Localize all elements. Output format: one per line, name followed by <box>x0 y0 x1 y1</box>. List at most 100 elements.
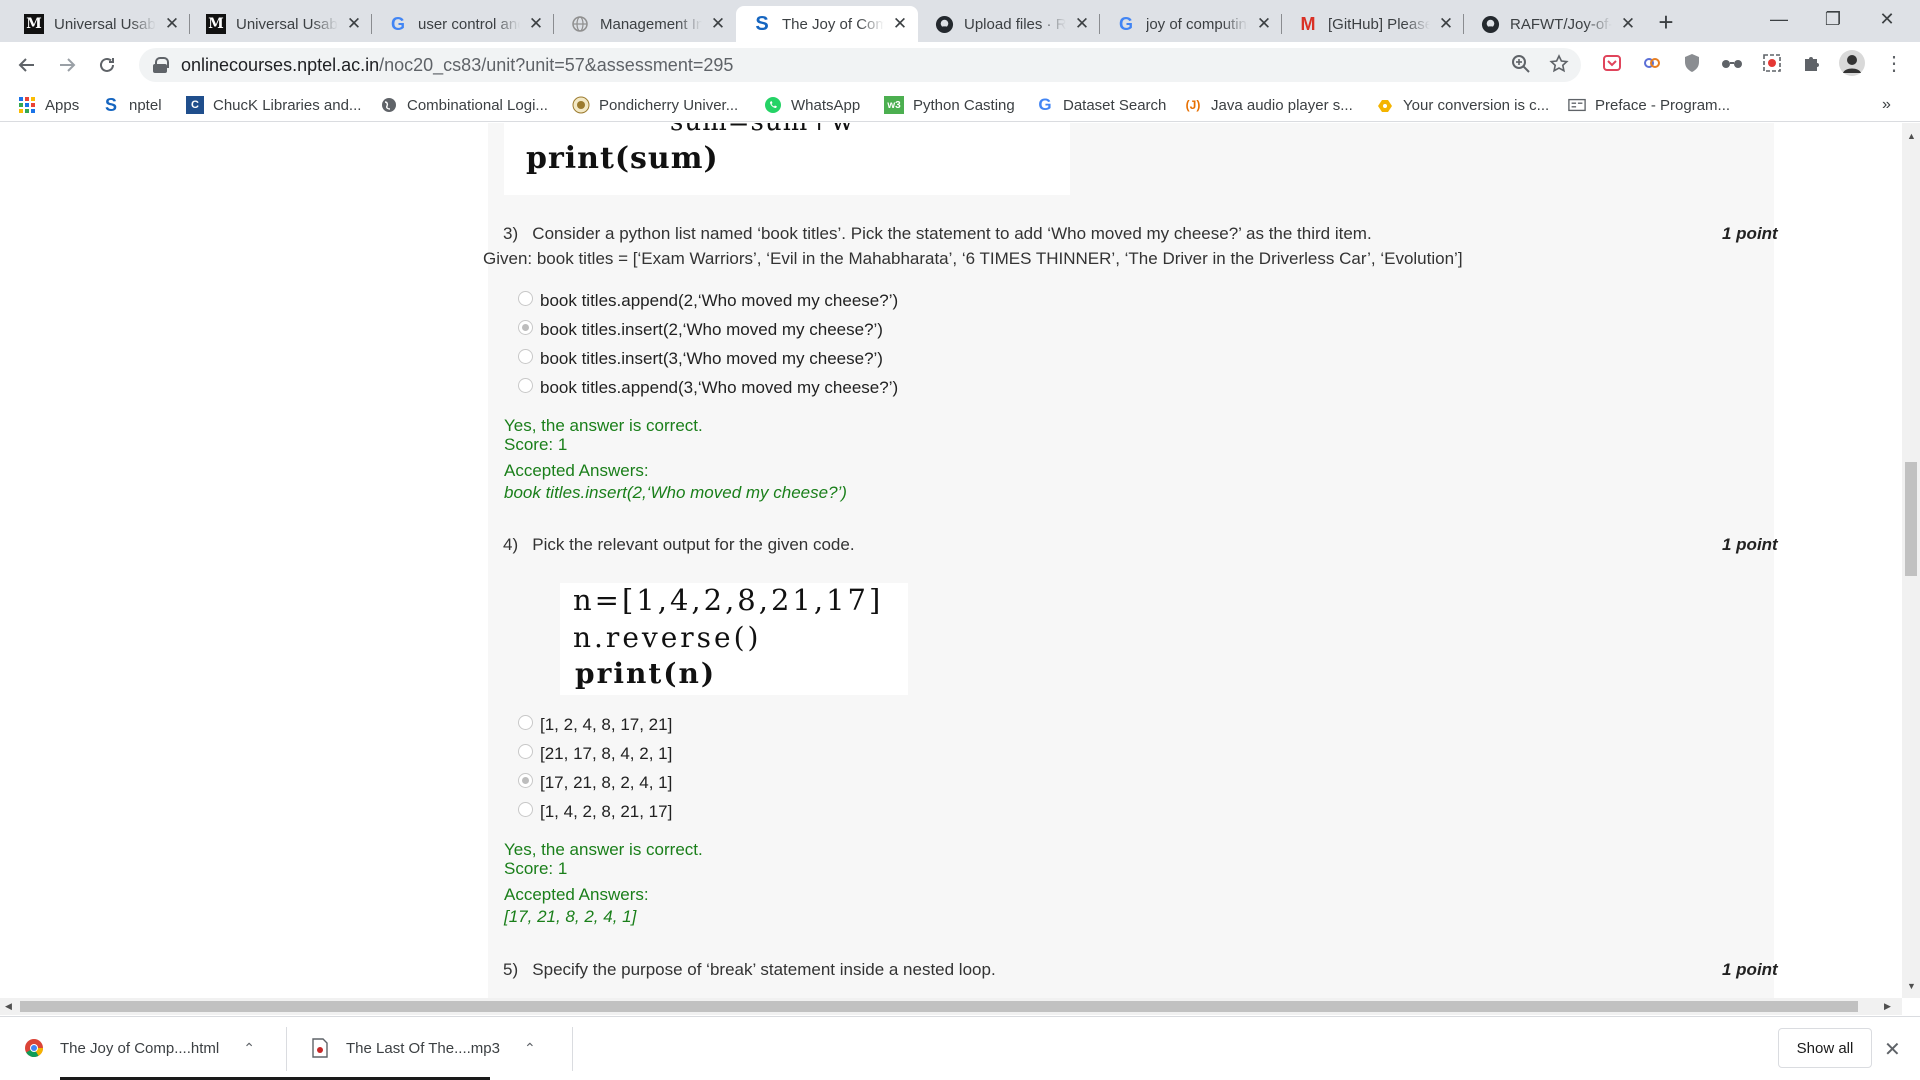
tab-3[interactable]: Management Info ✕ <box>554 6 736 42</box>
zoom-icon[interactable] <box>1511 54 1531 74</box>
url-text[interactable]: onlinecourses.nptel.ac.in/noc20_cs83/uni… <box>181 55 733 76</box>
vertical-scrollbar[interactable]: ▲ ▼ <box>1902 123 1920 998</box>
bookmark-nptel[interactable]: S nptel <box>102 92 162 118</box>
radio-button[interactable] <box>518 348 533 364</box>
code-line: sum=sum+w <box>670 123 854 137</box>
q4-option-4[interactable]: [1, 4, 2, 8, 21, 17] <box>518 800 672 824</box>
radio-button[interactable] <box>518 714 533 730</box>
extensions-puzzle-icon[interactable] <box>1800 51 1824 75</box>
shield-extension-icon[interactable] <box>1680 51 1704 75</box>
radio-button-selected[interactable] <box>518 319 533 335</box>
download-separator <box>286 1027 287 1071</box>
q4-option-1[interactable]: [1, 2, 4, 8, 17, 21] <box>518 713 672 737</box>
q3-option-3[interactable]: book titles.insert(3,‘Who moved my chees… <box>518 347 883 371</box>
forward-arrow-icon <box>60 58 76 72</box>
q3-accepted-label: Accepted Answers: <box>504 461 649 480</box>
scroll-up-arrow-icon[interactable]: ▲ <box>1907 131 1916 141</box>
radio-button[interactable] <box>518 801 533 817</box>
scroll-right-arrow-icon[interactable]: ▶ <box>1884 1001 1891 1012</box>
browser-menu-icon[interactable]: ⋮ <box>1882 51 1906 75</box>
converter-icon <box>1376 96 1394 114</box>
profile-avatar-icon[interactable] <box>1838 49 1866 77</box>
chevron-up-icon[interactable]: ⌃ <box>524 1040 536 1057</box>
q4-option-3[interactable]: [17, 21, 8, 2, 4, 1] <box>518 771 672 795</box>
radio-button-selected[interactable] <box>518 772 533 788</box>
code-line: n.reverse() <box>573 621 762 654</box>
url-host: onlinecourses.nptel.ac.in <box>181 54 380 75</box>
question-3-points: 1 point <box>1722 224 1778 243</box>
download-filename: The Last Of The....mp3 <box>346 1039 500 1057</box>
horizontal-scroll-thumb[interactable] <box>20 1001 1858 1012</box>
radio-button[interactable] <box>518 743 533 759</box>
close-window-button[interactable]: ✕ <box>1864 0 1910 38</box>
medium-favicon-icon: M <box>24 14 44 34</box>
radio-button[interactable] <box>518 290 533 306</box>
tab-close-icon[interactable]: ✕ <box>708 14 728 34</box>
tab-strip: M Universal Usability ✕ M Universal Usab… <box>0 0 1920 42</box>
reload-button[interactable] <box>92 50 122 80</box>
tab-title: Universal Usability <box>236 15 338 33</box>
tab-2[interactable]: G user control and freedom ✕ <box>372 6 554 42</box>
tab-close-icon[interactable]: ✕ <box>1072 14 1092 34</box>
medium-favicon-icon: M <box>206 14 226 34</box>
q3-option-2[interactable]: book titles.insert(2,‘Who moved my chees… <box>518 318 883 342</box>
tab-title: Management Info <box>600 15 702 33</box>
tab-close-icon[interactable]: ✕ <box>1618 14 1638 34</box>
new-tab-button[interactable]: + <box>1652 7 1680 37</box>
grammar-extension-icon[interactable] <box>1640 51 1664 75</box>
q3-option-4[interactable]: book titles.append(3,‘Who moved my chees… <box>518 376 898 400</box>
radio-button[interactable] <box>518 377 533 393</box>
question-body: Consider a python list named ‘book title… <box>532 224 1372 243</box>
bookmark-conversion[interactable]: Your conversion is c... <box>1376 92 1549 118</box>
tab-close-icon[interactable]: ✕ <box>1254 14 1274 34</box>
scroll-left-arrow-icon[interactable]: ◀ <box>5 1001 12 1012</box>
bookmark-preface[interactable]: Preface - Program... <box>1568 92 1730 118</box>
tab-close-icon[interactable]: ✕ <box>1436 14 1456 34</box>
glasses-extension-icon[interactable] <box>1720 51 1744 75</box>
pocket-extension-icon[interactable] <box>1600 51 1624 75</box>
code-line: n=[1,4,2,8,21,17] <box>573 583 884 617</box>
tab-6[interactable]: G joy of computing ✕ <box>1100 6 1282 42</box>
tab-close-icon[interactable]: ✕ <box>344 14 364 34</box>
bookmark-star-icon[interactable] <box>1549 54 1569 74</box>
bookmark-whatsapp[interactable]: WhatsApp <box>764 92 860 118</box>
globe-icon <box>380 96 398 114</box>
tab-close-icon[interactable]: ✕ <box>526 14 546 34</box>
scroll-down-arrow-icon[interactable]: ▼ <box>1907 981 1916 991</box>
tab-5[interactable]: Upload files · RAFWT ✕ <box>918 6 1100 42</box>
q3-option-1[interactable]: book titles.append(2,‘Who moved my chees… <box>518 289 898 313</box>
address-bar[interactable]: onlinecourses.nptel.ac.in/noc20_cs83/uni… <box>139 48 1581 82</box>
forward-button[interactable] <box>52 50 82 80</box>
bookmark-pondicherry[interactable]: Pondicherry Univer... <box>572 92 738 118</box>
horizontal-scrollbar[interactable]: ◀ ▶ <box>0 998 1902 1015</box>
q4-score: Score: 1 <box>504 859 568 878</box>
bookmarks-bar: Apps S nptel C ChucK Libraries and... Co… <box>0 88 1920 122</box>
screen-capture-extension-icon[interactable] <box>1760 51 1784 75</box>
tab-8[interactable]: RAFWT/Joy-of-Computing ✕ <box>1464 6 1646 42</box>
tab-1[interactable]: M Universal Usability ✕ <box>190 6 372 42</box>
download-item-html[interactable]: The Joy of Comp....html ⌃ <box>24 1017 255 1079</box>
bookmark-dataset-search[interactable]: G Dataset Search <box>1036 92 1166 118</box>
bookmark-apps[interactable]: Apps <box>18 92 79 118</box>
show-all-downloads-button[interactable]: Show all <box>1778 1028 1872 1068</box>
bookmark-python-casting[interactable]: w3 Python Casting <box>884 92 1015 118</box>
tab-7[interactable]: M [GitHub] Please verify ✕ <box>1282 6 1464 42</box>
restore-button[interactable]: ❐ <box>1810 0 1856 38</box>
chevron-up-icon[interactable]: ⌃ <box>243 1040 255 1057</box>
bookmarks-overflow-button[interactable]: » <box>1882 92 1891 118</box>
bookmark-chuck[interactable]: C ChucK Libraries and... <box>186 92 361 118</box>
close-shelf-icon[interactable]: ✕ <box>1884 1037 1901 1062</box>
question-3-given: Given: book titles = [‘Exam Warriors’, ‘… <box>483 249 1463 268</box>
vertical-scroll-thumb[interactable] <box>1905 462 1917 576</box>
q4-option-2[interactable]: [21, 17, 8, 4, 2, 1] <box>518 742 672 766</box>
tab-title: Upload files · RAFWT <box>964 15 1066 33</box>
back-button[interactable] <box>12 50 42 80</box>
download-item-mp3[interactable]: The Last Of The....mp3 ⌃ <box>310 1017 536 1079</box>
tab-close-icon[interactable]: ✕ <box>162 14 182 34</box>
tab-0[interactable]: M Universal Usability ✕ <box>8 6 190 42</box>
tab-close-icon[interactable]: ✕ <box>890 14 910 34</box>
bookmark-combinational-logic[interactable]: Combinational Logi... <box>380 92 548 118</box>
bookmark-java-audio[interactable]: (J) Java audio player s... <box>1184 92 1353 118</box>
tab-4-active[interactable]: S The Joy of Computing ✕ <box>736 6 918 42</box>
minimize-button[interactable]: — <box>1756 0 1802 38</box>
